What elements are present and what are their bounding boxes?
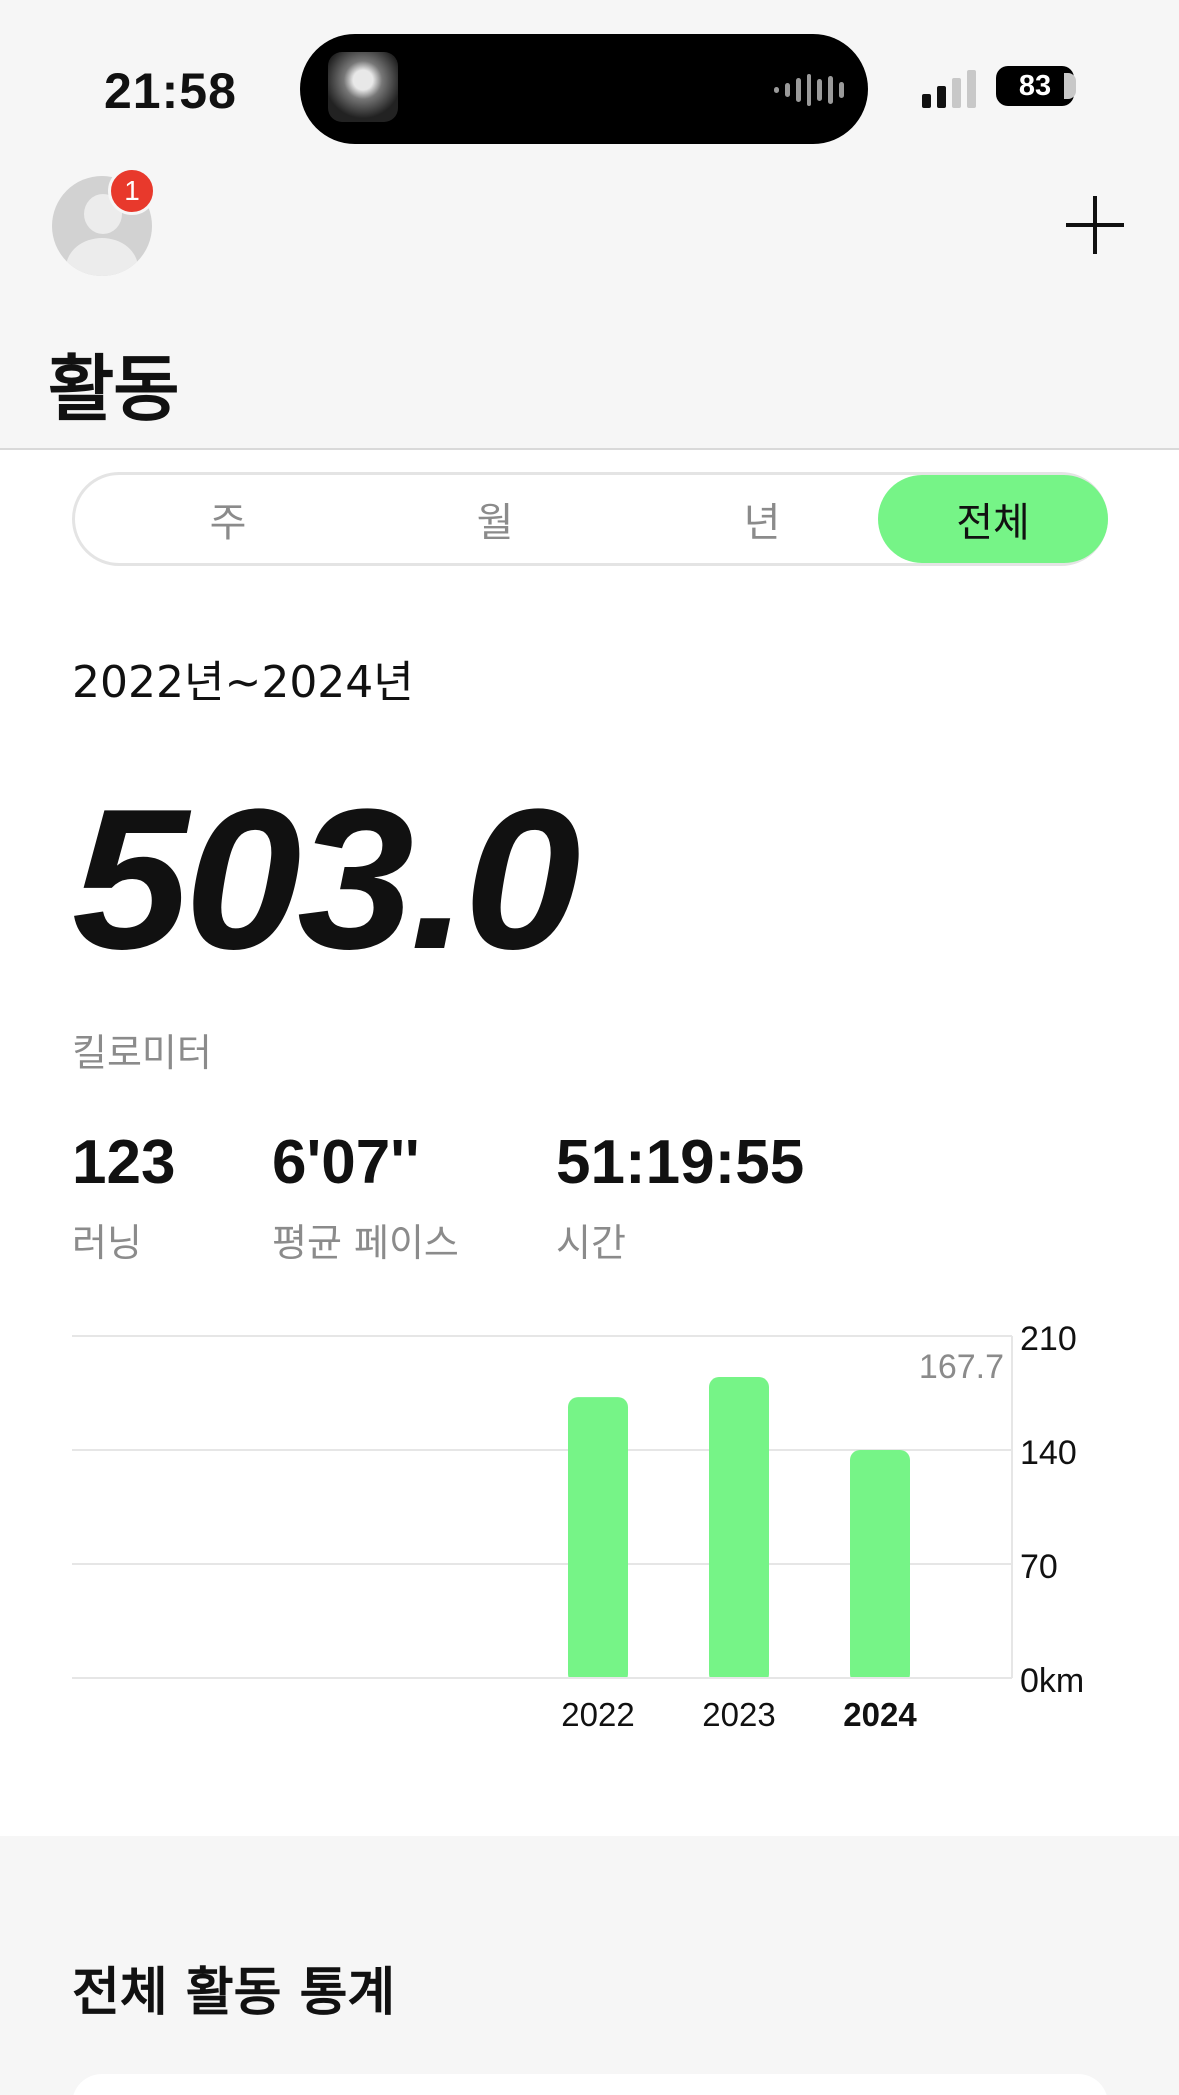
avatar-body-icon <box>66 238 138 276</box>
album-art-thumbnail <box>328 52 398 122</box>
chart-canvas: 210 140 70 0km 167.7 2022 2023 2024 <box>72 1320 1084 1733</box>
stat-time-value: 51:19:55 <box>556 1128 805 1197</box>
stat-pace: 6'07'' 평균 페이스 <box>272 1132 459 1267</box>
stat-time: 51:19:55 시간 <box>556 1132 804 1267</box>
battery-indicator: 83 <box>996 66 1074 106</box>
chart-bar <box>568 1397 628 1684</box>
stat-pace-label: 평균 페이스 <box>272 1221 459 1265</box>
stat-runs: 123 러닝 <box>72 1132 175 1267</box>
chart-y-tick-label: 0km <box>1020 1662 1084 1700</box>
battery-cap-icon <box>1064 73 1076 99</box>
chart-y-tick-label: 70 <box>1020 1548 1058 1586</box>
tab-month[interactable]: 월 <box>380 475 610 563</box>
tab-all[interactable]: 전체 <box>878 475 1108 563</box>
add-activity-button[interactable] <box>1066 196 1124 254</box>
chart-bar <box>709 1377 769 1684</box>
stat-pace-value: 6'07'' <box>272 1128 420 1197</box>
chart-baseline-mask <box>72 1678 1012 1688</box>
chart-y-tick-label: 140 <box>1020 1434 1077 1472</box>
stat-runs-label: 러닝 <box>72 1221 142 1265</box>
stats-card[interactable] <box>72 2074 1108 2095</box>
stat-runs-value: 123 <box>72 1128 176 1197</box>
section-title: 전체 활동 통계 <box>72 1963 396 2023</box>
tab-year[interactable]: 년 <box>647 475 877 563</box>
chart-bar <box>850 1450 910 1684</box>
chart-y-tick-label: 210 <box>1020 1320 1077 1358</box>
cellular-signal-icon <box>922 70 976 108</box>
chart-x-tick-label: 2022 <box>561 1696 634 1733</box>
audio-waveform-icon <box>774 72 845 108</box>
period-segmented-control: 주 월 년 전체 <box>72 472 1108 566</box>
stat-time-label: 시간 <box>556 1221 626 1265</box>
period-range: 2022년~2024년 <box>72 657 414 708</box>
notification-badge: 1 <box>108 167 156 215</box>
total-distance: 503.0 <box>72 768 581 991</box>
dynamic-island[interactable] <box>300 34 868 144</box>
chart-x-tick-label: 2023 <box>702 1696 775 1733</box>
chart-reference-label: 167.7 <box>919 1348 1004 1386</box>
page-title: 활동 <box>48 347 179 431</box>
distance-unit: 킬로미터 <box>72 1031 212 1075</box>
chart-x-tick-label: 2024 <box>843 1696 917 1733</box>
yearly-distance-chart: 210 140 70 0km 167.7 2022 2023 2024 <box>72 1320 1112 1740</box>
status-time: 21:58 <box>104 63 237 119</box>
tab-week[interactable]: 주 <box>113 475 343 563</box>
